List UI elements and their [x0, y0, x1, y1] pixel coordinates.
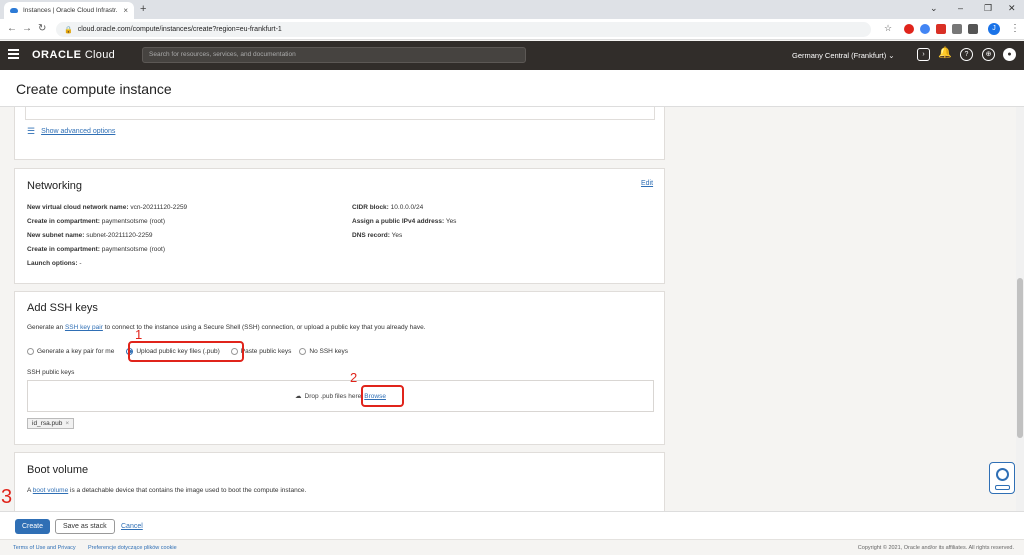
- close-tab-icon[interactable]: ×: [123, 6, 128, 15]
- kv-subnet-compartment: Create in compartment: paymentsotsme (ro…: [27, 246, 165, 253]
- close-window-button[interactable]: ✕: [1008, 3, 1016, 14]
- back-icon[interactable]: ←: [7, 23, 17, 34]
- radio-generate-key[interactable]: Generate a key pair for me: [27, 348, 114, 355]
- search-input[interactable]: Search for resources, services, and docu…: [142, 47, 526, 63]
- url-text: cloud.oracle.com/compute/instances/creat…: [77, 26, 282, 33]
- footer: Terms of Use and Privacy Preferencje dot…: [0, 539, 1024, 555]
- cloud-icon: [10, 8, 18, 13]
- kv-compartment: Create in compartment: paymentsotsme (ro…: [27, 218, 165, 225]
- boot-volume-link[interactable]: boot volume: [33, 487, 68, 494]
- ssh-description: Generate an SSH key pair to connect to t…: [27, 324, 426, 331]
- kv-cidr-block: CIDR block: 10.0.0.0/24: [352, 204, 424, 211]
- browser-toolbar: ← → ↻ 🔒 cloud.oracle.com/compute/instanc…: [0, 19, 1024, 40]
- radio-dot: [27, 348, 34, 355]
- oracle-cloud-logo[interactable]: ORACLE Cloud: [32, 49, 115, 61]
- language-globe-icon[interactable]: ⊕: [982, 48, 995, 61]
- file-tag: id_rsa.pub ×: [27, 418, 75, 429]
- kv-subnet-name: New subnet name: subnet-20211120-2259: [27, 232, 153, 239]
- ssh-key-pair-link[interactable]: SSH key pair: [65, 324, 103, 331]
- file-name: id_rsa.pub: [32, 420, 63, 427]
- address-bar[interactable]: 🔒 cloud.oracle.com/compute/instances/cre…: [56, 22, 871, 37]
- boot-volume-title: Boot volume: [27, 464, 89, 476]
- sliders-icon: ☰: [27, 126, 36, 136]
- cancel-link[interactable]: Cancel: [114, 519, 150, 534]
- lock-icon: 🔒: [64, 26, 73, 34]
- browser-tabbar: Instances | Oracle Cloud Infrastr... × +…: [0, 0, 1024, 19]
- panel-divider: [25, 107, 655, 120]
- annotation-box-1: [128, 341, 244, 362]
- boot-volume-panel: Boot volume A boot volume is a detachabl…: [14, 452, 665, 511]
- extension-grid-icon[interactable]: [952, 24, 962, 34]
- bookmark-star-icon[interactable]: ☆: [884, 23, 892, 34]
- ssh-key-dropzone[interactable]: ☁ Drop .pub files here Browse: [27, 380, 654, 412]
- kv-dns-record: DNS record: Yes: [352, 232, 403, 239]
- radio-dot: [299, 348, 307, 355]
- show-advanced-options[interactable]: ☰ Show advanced options: [27, 126, 115, 137]
- annotation-number-3: 3: [1, 486, 13, 508]
- user-profile-icon[interactable]: ●: [1003, 48, 1016, 61]
- networking-title: Networking: [27, 180, 83, 192]
- boot-volume-description: A boot volume is a detachable device tha…: [27, 487, 307, 494]
- profile-avatar[interactable]: J: [988, 23, 1000, 35]
- extension-chrome-icon[interactable]: [920, 24, 930, 34]
- extension-red-icon[interactable]: [936, 24, 946, 34]
- content-area: ☰ Show advanced options Networking Edit …: [0, 107, 1015, 511]
- forward-icon[interactable]: →: [22, 23, 32, 34]
- tab-search-icon[interactable]: ⌄: [930, 3, 938, 14]
- cloud-shell-icon[interactable]: ›: [917, 48, 930, 61]
- annotation-number-1: 1: [135, 327, 143, 342]
- show-advanced-options-link[interactable]: Show advanced options: [41, 128, 115, 135]
- browser-tab[interactable]: Instances | Oracle Cloud Infrastr... ×: [4, 2, 134, 19]
- new-tab-button[interactable]: +: [140, 3, 146, 15]
- save-as-stack-button[interactable]: Save as stack: [55, 519, 115, 534]
- ssh-title: Add SSH keys: [27, 302, 98, 314]
- reload-icon[interactable]: ↻: [38, 23, 46, 34]
- page-title-bar: Create compute instance: [0, 70, 1024, 107]
- minimize-button[interactable]: –: [958, 3, 963, 13]
- region-selector[interactable]: Germany Central (Frankfurt) ⌄: [792, 51, 895, 60]
- extensions-puzzle-icon[interactable]: [968, 24, 978, 34]
- restore-button[interactable]: ❐: [984, 3, 992, 14]
- ssh-public-keys-label: SSH public keys: [27, 369, 75, 376]
- extension-opera-icon[interactable]: [904, 24, 914, 34]
- copyright-text: Copyright © 2021, Oracle and/or its affi…: [857, 545, 1014, 551]
- cookie-preferences-link[interactable]: Preferencje dotyczące plików cookie: [88, 545, 177, 551]
- notifications-bell-icon[interactable]: 🔔: [938, 48, 952, 61]
- oci-header: ORACLE Cloud Search for resources, servi…: [0, 41, 1024, 70]
- annotation-box-2: [361, 385, 404, 407]
- page-title: Create compute instance: [16, 81, 172, 97]
- kv-public-ipv4: Assign a public IPv4 address: Yes: [352, 218, 457, 225]
- hamburger-menu-icon[interactable]: [8, 49, 19, 59]
- drop-text: Drop .pub files here: [304, 392, 362, 400]
- annotation-number-2: 2: [350, 370, 358, 385]
- scrollbar-thumb[interactable]: [1017, 278, 1023, 438]
- kv-launch-options: Launch options: -: [27, 260, 82, 267]
- remove-file-icon[interactable]: ×: [65, 420, 69, 427]
- chrome-menu-icon[interactable]: ⋮: [1010, 23, 1020, 34]
- cloud-upload-icon: ☁: [295, 393, 302, 400]
- kv-vcn-name: New virtual cloud network name: vcn-2021…: [27, 204, 188, 211]
- networking-edit-link[interactable]: Edit: [641, 180, 653, 187]
- networking-panel: Networking Edit New virtual cloud networ…: [14, 168, 665, 284]
- help-icon[interactable]: ?: [960, 48, 973, 61]
- radio-no-ssh[interactable]: No SSH keys: [299, 348, 348, 355]
- create-button[interactable]: Create: [15, 519, 51, 534]
- tab-title: Instances | Oracle Cloud Infrastr...: [23, 7, 119, 14]
- image-shape-panel: ☰ Show advanced options: [14, 107, 665, 160]
- terms-link[interactable]: Terms of Use and Privacy: [13, 545, 76, 551]
- ssh-keys-panel: Add SSH keys Generate an SSH key pair to…: [14, 291, 665, 445]
- action-bar: Create Save as stack Cancel: [0, 511, 1024, 539]
- help-lifebuoy-icon[interactable]: [989, 462, 1015, 494]
